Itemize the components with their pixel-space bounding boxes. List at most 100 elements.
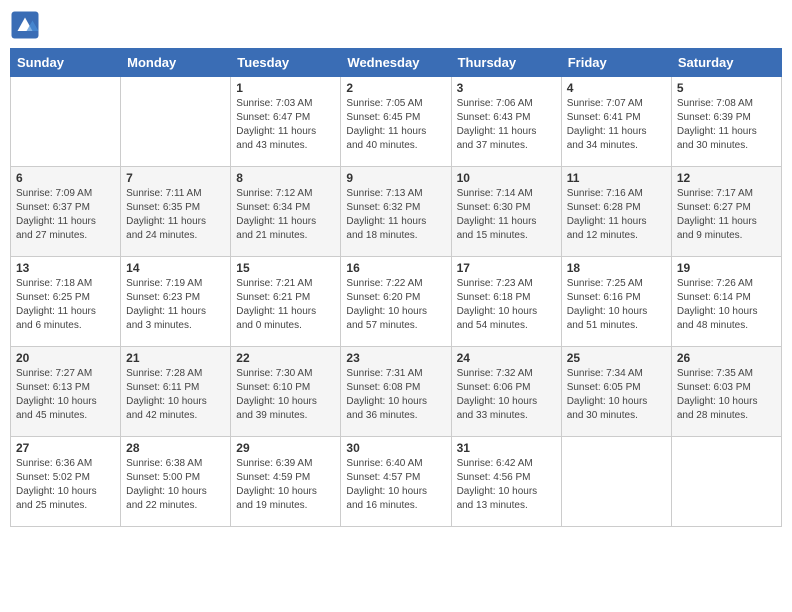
cell-details: Sunrise: 7:28 AM Sunset: 6:11 PM Dayligh… [126,367,225,423]
calendar-header-row: SundayMondayTuesdayWednesdayThursdayFrid… [11,49,782,77]
day-number: 8 [236,171,335,185]
page-header [10,10,782,40]
day-number: 12 [677,171,776,185]
col-header-sunday: Sunday [11,49,121,77]
calendar-cell: 31 Sunrise: 6:42 AM Sunset: 4:56 PM Dayli… [451,437,561,527]
cell-details: Sunrise: 7:08 AM Sunset: 6:39 PM Dayligh… [677,97,776,153]
day-number: 16 [346,261,445,275]
cell-details: Sunrise: 6:38 AM Sunset: 5:00 PM Dayligh… [126,457,225,513]
cell-details: Sunrise: 7:23 AM Sunset: 6:18 PM Dayligh… [457,277,556,333]
cell-details: Sunrise: 6:42 AM Sunset: 4:56 PM Dayligh… [457,457,556,513]
calendar-cell: 25 Sunrise: 7:34 AM Sunset: 6:05 PM Dayli… [561,347,671,437]
cell-details: Sunrise: 7:07 AM Sunset: 6:41 PM Dayligh… [567,97,666,153]
calendar-cell: 12 Sunrise: 7:17 AM Sunset: 6:27 PM Dayli… [671,167,781,257]
day-number: 27 [16,441,115,455]
cell-details: Sunrise: 7:21 AM Sunset: 6:21 PM Dayligh… [236,277,335,333]
calendar-cell: 20 Sunrise: 7:27 AM Sunset: 6:13 PM Dayli… [11,347,121,437]
calendar-cell: 21 Sunrise: 7:28 AM Sunset: 6:11 PM Dayli… [121,347,231,437]
calendar-week-row: 20 Sunrise: 7:27 AM Sunset: 6:13 PM Dayli… [11,347,782,437]
calendar-cell: 4Sunrise: 7:07 AM Sunset: 6:41 PM Daylig… [561,77,671,167]
cell-details: Sunrise: 7:32 AM Sunset: 6:06 PM Dayligh… [457,367,556,423]
col-header-thursday: Thursday [451,49,561,77]
calendar-cell: 30 Sunrise: 6:40 AM Sunset: 4:57 PM Dayli… [341,437,451,527]
cell-details: Sunrise: 7:11 AM Sunset: 6:35 PM Dayligh… [126,187,225,243]
day-number: 6 [16,171,115,185]
calendar-cell: 13Sunrise: 7:18 AM Sunset: 6:25 PM Dayli… [11,257,121,347]
cell-details: Sunrise: 7:13 AM Sunset: 6:32 PM Dayligh… [346,187,445,243]
cell-details: Sunrise: 7:27 AM Sunset: 6:13 PM Dayligh… [16,367,115,423]
col-header-saturday: Saturday [671,49,781,77]
cell-details: Sunrise: 7:30 AM Sunset: 6:10 PM Dayligh… [236,367,335,423]
calendar-cell: 7 Sunrise: 7:11 AM Sunset: 6:35 PM Daylig… [121,167,231,257]
day-number: 19 [677,261,776,275]
cell-details: Sunrise: 7:16 AM Sunset: 6:28 PM Dayligh… [567,187,666,243]
calendar-cell: 28Sunrise: 6:38 AM Sunset: 5:00 PM Dayli… [121,437,231,527]
cell-details: Sunrise: 7:34 AM Sunset: 6:05 PM Dayligh… [567,367,666,423]
col-header-wednesday: Wednesday [341,49,451,77]
calendar-cell: 27 Sunrise: 6:36 AM Sunset: 5:02 PM Dayli… [11,437,121,527]
day-number: 14 [126,261,225,275]
day-number: 3 [457,81,556,95]
calendar-cell [121,77,231,167]
calendar-cell: 14Sunrise: 7:19 AM Sunset: 6:23 PM Dayli… [121,257,231,347]
logo-icon [10,10,40,40]
day-number: 22 [236,351,335,365]
calendar-cell: 9 Sunrise: 7:13 AM Sunset: 6:32 PM Daylig… [341,167,451,257]
day-number: 10 [457,171,556,185]
calendar-cell: 18Sunrise: 7:25 AM Sunset: 6:16 PM Dayli… [561,257,671,347]
calendar-week-row: 27 Sunrise: 6:36 AM Sunset: 5:02 PM Dayli… [11,437,782,527]
cell-details: Sunrise: 7:26 AM Sunset: 6:14 PM Dayligh… [677,277,776,333]
day-number: 9 [346,171,445,185]
calendar-cell [11,77,121,167]
logo [10,10,44,40]
cell-details: Sunrise: 7:35 AM Sunset: 6:03 PM Dayligh… [677,367,776,423]
cell-details: Sunrise: 7:12 AM Sunset: 6:34 PM Dayligh… [236,187,335,243]
calendar-cell: 26Sunrise: 7:35 AM Sunset: 6:03 PM Dayli… [671,347,781,437]
day-number: 1 [236,81,335,95]
calendar-cell: 23Sunrise: 7:31 AM Sunset: 6:08 PM Dayli… [341,347,451,437]
day-number: 15 [236,261,335,275]
calendar-cell: 6 Sunrise: 7:09 AM Sunset: 6:37 PM Daylig… [11,167,121,257]
calendar-table: SundayMondayTuesdayWednesdayThursdayFrid… [10,48,782,527]
day-number: 17 [457,261,556,275]
day-number: 7 [126,171,225,185]
calendar-cell: 11 Sunrise: 7:16 AM Sunset: 6:28 PM Dayli… [561,167,671,257]
calendar-cell: 24Sunrise: 7:32 AM Sunset: 6:06 PM Dayli… [451,347,561,437]
day-number: 31 [457,441,556,455]
day-number: 21 [126,351,225,365]
day-number: 30 [346,441,445,455]
cell-details: Sunrise: 7:31 AM Sunset: 6:08 PM Dayligh… [346,367,445,423]
cell-details: Sunrise: 7:14 AM Sunset: 6:30 PM Dayligh… [457,187,556,243]
day-number: 25 [567,351,666,365]
calendar-cell: 15 Sunrise: 7:21 AM Sunset: 6:21 PM Dayli… [231,257,341,347]
calendar-cell: 3 Sunrise: 7:06 AM Sunset: 6:43 PM Daylig… [451,77,561,167]
calendar-cell: 1 Sunrise: 7:03 AM Sunset: 6:47 PM Daylig… [231,77,341,167]
cell-details: Sunrise: 7:09 AM Sunset: 6:37 PM Dayligh… [16,187,115,243]
cell-details: Sunrise: 7:03 AM Sunset: 6:47 PM Dayligh… [236,97,335,153]
calendar-cell: 16 Sunrise: 7:22 AM Sunset: 6:20 PM Dayli… [341,257,451,347]
calendar-week-row: 13Sunrise: 7:18 AM Sunset: 6:25 PM Dayli… [11,257,782,347]
col-header-tuesday: Tuesday [231,49,341,77]
cell-details: Sunrise: 7:05 AM Sunset: 6:45 PM Dayligh… [346,97,445,153]
col-header-friday: Friday [561,49,671,77]
day-number: 20 [16,351,115,365]
cell-details: Sunrise: 7:17 AM Sunset: 6:27 PM Dayligh… [677,187,776,243]
calendar-week-row: 6 Sunrise: 7:09 AM Sunset: 6:37 PM Daylig… [11,167,782,257]
day-number: 13 [16,261,115,275]
calendar-cell: 22 Sunrise: 7:30 AM Sunset: 6:10 PM Dayli… [231,347,341,437]
calendar-cell: 29 Sunrise: 6:39 AM Sunset: 4:59 PM Dayli… [231,437,341,527]
cell-details: Sunrise: 7:22 AM Sunset: 6:20 PM Dayligh… [346,277,445,333]
calendar-cell: 17 Sunrise: 7:23 AM Sunset: 6:18 PM Dayli… [451,257,561,347]
cell-details: Sunrise: 6:39 AM Sunset: 4:59 PM Dayligh… [236,457,335,513]
col-header-monday: Monday [121,49,231,77]
cell-details: Sunrise: 7:06 AM Sunset: 6:43 PM Dayligh… [457,97,556,153]
cell-details: Sunrise: 6:40 AM Sunset: 4:57 PM Dayligh… [346,457,445,513]
calendar-cell [671,437,781,527]
cell-details: Sunrise: 6:36 AM Sunset: 5:02 PM Dayligh… [16,457,115,513]
calendar-cell: 10 Sunrise: 7:14 AM Sunset: 6:30 PM Dayli… [451,167,561,257]
calendar-cell: 19 Sunrise: 7:26 AM Sunset: 6:14 PM Dayli… [671,257,781,347]
day-number: 11 [567,171,666,185]
day-number: 29 [236,441,335,455]
cell-details: Sunrise: 7:25 AM Sunset: 6:16 PM Dayligh… [567,277,666,333]
day-number: 2 [346,81,445,95]
